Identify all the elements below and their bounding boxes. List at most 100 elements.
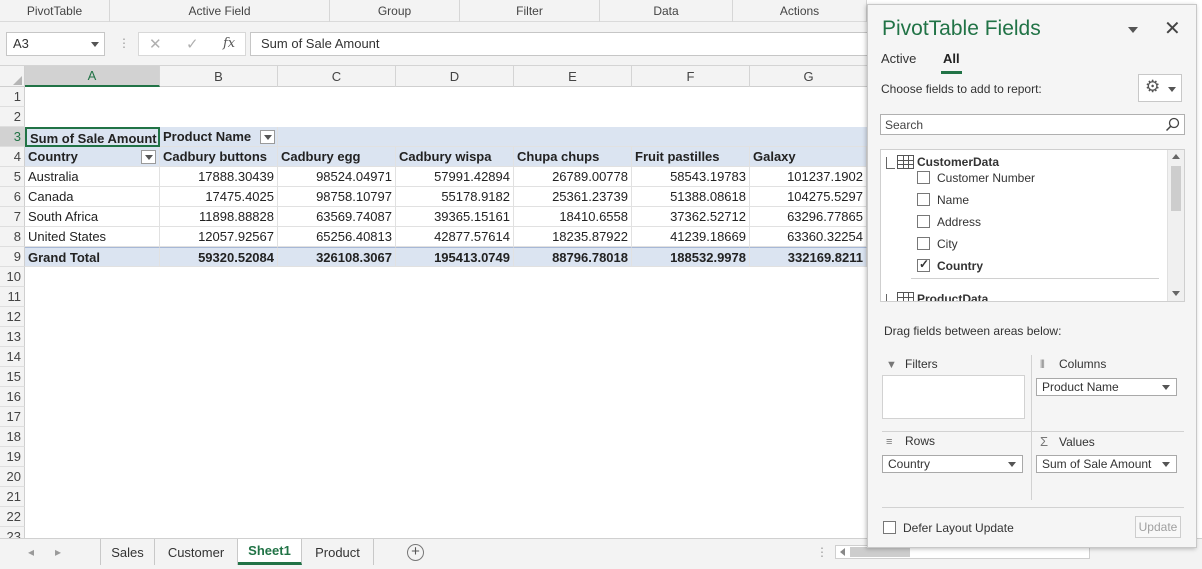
field-list-scrollbar[interactable] bbox=[1167, 150, 1184, 301]
field-item-name[interactable]: Name bbox=[917, 190, 1157, 210]
ribbon-group-data[interactable]: Data bbox=[600, 0, 733, 22]
cancel-icon[interactable]: ✕ bbox=[149, 35, 162, 53]
columns-field-pill[interactable]: Product Name bbox=[1036, 378, 1177, 396]
chevron-down-icon[interactable] bbox=[1162, 385, 1170, 390]
row-header[interactable]: 13 bbox=[0, 327, 25, 347]
formula-bar-grip-icon[interactable]: ⋮ bbox=[118, 36, 130, 50]
pivot-columns-header-cell[interactable]: Product Name bbox=[160, 127, 278, 147]
rows-filter-dropdown-icon[interactable] bbox=[141, 150, 156, 164]
value-cell[interactable]: 17475.4025 bbox=[160, 187, 278, 207]
tab-split-grip-icon[interactable]: ⋮ bbox=[816, 545, 828, 559]
pane-options-dropdown-icon[interactable] bbox=[1128, 27, 1138, 33]
update-button[interactable]: Update bbox=[1135, 516, 1181, 538]
scroll-left-icon[interactable] bbox=[840, 548, 845, 556]
field-list-settings-button[interactable]: ⚙ bbox=[1138, 74, 1182, 102]
value-cell[interactable]: 63296.77865 bbox=[750, 207, 867, 227]
field-checkbox[interactable] bbox=[917, 193, 930, 206]
rows-drop-area[interactable]: Country bbox=[882, 452, 1025, 496]
chevron-down-icon[interactable] bbox=[1008, 462, 1016, 467]
value-cell[interactable]: 18410.6558 bbox=[514, 207, 632, 227]
column-header-g[interactable]: G bbox=[750, 66, 867, 87]
row-header[interactable]: 4 bbox=[0, 147, 25, 167]
field-item-city[interactable]: City bbox=[917, 234, 1157, 254]
field-list[interactable]: CustomerData Customer Number Name Addres… bbox=[880, 149, 1185, 302]
row-header[interactable]: 14 bbox=[0, 347, 25, 367]
field-item-country[interactable]: Country bbox=[917, 256, 1157, 276]
row-header[interactable]: 21 bbox=[0, 487, 25, 507]
value-cell[interactable]: 42877.57614 bbox=[396, 227, 514, 247]
sheet-tab-sales[interactable]: Sales bbox=[100, 539, 155, 565]
value-cell[interactable]: 18235.87922 bbox=[514, 227, 632, 247]
sheet-tab-sheet1[interactable]: Sheet1 bbox=[238, 539, 302, 565]
column-header-a[interactable]: A bbox=[25, 66, 160, 87]
grand-total-cell[interactable]: 88796.78018 bbox=[514, 247, 632, 267]
value-cell[interactable]: 37362.52712 bbox=[632, 207, 750, 227]
row-header[interactable]: 17 bbox=[0, 407, 25, 427]
values-field-pill[interactable]: Sum of Sale Amount bbox=[1036, 455, 1177, 473]
row-header[interactable]: 8 bbox=[0, 227, 25, 247]
field-checkbox-checked[interactable] bbox=[917, 257, 930, 272]
field-checkbox[interactable] bbox=[917, 215, 930, 228]
product-header-cell[interactable]: Cadbury egg bbox=[278, 147, 396, 167]
value-cell[interactable]: 26789.00778 bbox=[514, 167, 632, 187]
value-cell[interactable]: 98524.04971 bbox=[278, 167, 396, 187]
row-header[interactable]: 20 bbox=[0, 467, 25, 487]
row-header[interactable]: 11 bbox=[0, 287, 25, 307]
horizontal-scroll-thumb[interactable] bbox=[850, 547, 910, 557]
collapse-icon[interactable] bbox=[886, 294, 895, 301]
row-header[interactable]: 6 bbox=[0, 187, 25, 207]
product-header-cell[interactable]: Chupa chups bbox=[514, 147, 632, 167]
chevron-down-icon[interactable] bbox=[1162, 462, 1170, 467]
select-all-button[interactable] bbox=[0, 66, 25, 87]
column-header-d[interactable]: D bbox=[396, 66, 514, 87]
sheet-tab-product[interactable]: Product bbox=[302, 539, 374, 565]
enter-icon[interactable]: ✓ bbox=[186, 35, 199, 53]
search-icon[interactable] bbox=[1165, 117, 1180, 132]
name-box-dropdown-icon[interactable] bbox=[91, 42, 99, 47]
pivot-values-header-cell[interactable]: Sum of Sale Amount bbox=[25, 127, 160, 147]
sheet-tab-customer[interactable]: Customer bbox=[155, 539, 238, 565]
prev-sheet-icon[interactable]: ◂ bbox=[28, 545, 34, 559]
grand-total-cell[interactable]: 59320.52084 bbox=[160, 247, 278, 267]
country-cell[interactable]: Australia bbox=[25, 167, 160, 187]
ribbon-group-actions[interactable]: Actions bbox=[733, 0, 867, 22]
field-checkbox[interactable] bbox=[917, 171, 930, 184]
columns-drop-area[interactable]: Product Name bbox=[1036, 375, 1179, 419]
row-header[interactable]: 5 bbox=[0, 167, 25, 187]
row-header[interactable]: 7 bbox=[0, 207, 25, 227]
product-header-cell[interactable]: Cadbury wispa bbox=[396, 147, 514, 167]
field-item-customer-number[interactable]: Customer Number bbox=[917, 168, 1157, 188]
country-cell[interactable]: United States bbox=[25, 227, 160, 247]
ribbon-group-active-field[interactable]: Active Field bbox=[110, 0, 330, 22]
value-cell[interactable]: 55178.9182 bbox=[396, 187, 514, 207]
value-cell[interactable]: 51388.08618 bbox=[632, 187, 750, 207]
grand-total-label-cell[interactable]: Grand Total bbox=[25, 247, 160, 267]
tab-all[interactable]: All bbox=[941, 51, 962, 74]
row-header[interactable]: 1 bbox=[0, 87, 25, 107]
value-cell[interactable]: 63360.32254 bbox=[750, 227, 867, 247]
column-header-e[interactable]: E bbox=[514, 66, 632, 87]
ribbon-group-pivottable[interactable]: PivotTable bbox=[0, 0, 110, 22]
row-header[interactable]: 15 bbox=[0, 367, 25, 387]
row-header[interactable]: 3 bbox=[0, 127, 25, 147]
scroll-down-icon[interactable] bbox=[1172, 291, 1180, 296]
row-header[interactable]: 19 bbox=[0, 447, 25, 467]
product-header-cell[interactable]: Cadbury buttons bbox=[160, 147, 278, 167]
ribbon-group-filter[interactable]: Filter bbox=[460, 0, 600, 22]
value-cell[interactable]: 98758.10797 bbox=[278, 187, 396, 207]
value-cell[interactable]: 12057.92567 bbox=[160, 227, 278, 247]
grand-total-cell[interactable]: 332169.8211 bbox=[750, 247, 867, 267]
value-cell[interactable]: 63569.74087 bbox=[278, 207, 396, 227]
row-header[interactable]: 9 bbox=[0, 247, 25, 267]
filters-drop-area[interactable] bbox=[882, 375, 1025, 419]
row-header[interactable]: 2 bbox=[0, 107, 25, 127]
grand-total-cell[interactable]: 188532.9978 bbox=[632, 247, 750, 267]
row-header[interactable]: 22 bbox=[0, 507, 25, 527]
values-drop-area[interactable]: Sum of Sale Amount bbox=[1036, 452, 1179, 496]
row-header[interactable]: 16 bbox=[0, 387, 25, 407]
row-header[interactable]: 12 bbox=[0, 307, 25, 327]
next-sheet-icon[interactable]: ▸ bbox=[55, 545, 61, 559]
table-node-productdata[interactable]: ProductData bbox=[881, 291, 1161, 301]
value-cell[interactable]: 39365.15161 bbox=[396, 207, 514, 227]
field-list-scroll-thumb[interactable] bbox=[1171, 166, 1181, 211]
